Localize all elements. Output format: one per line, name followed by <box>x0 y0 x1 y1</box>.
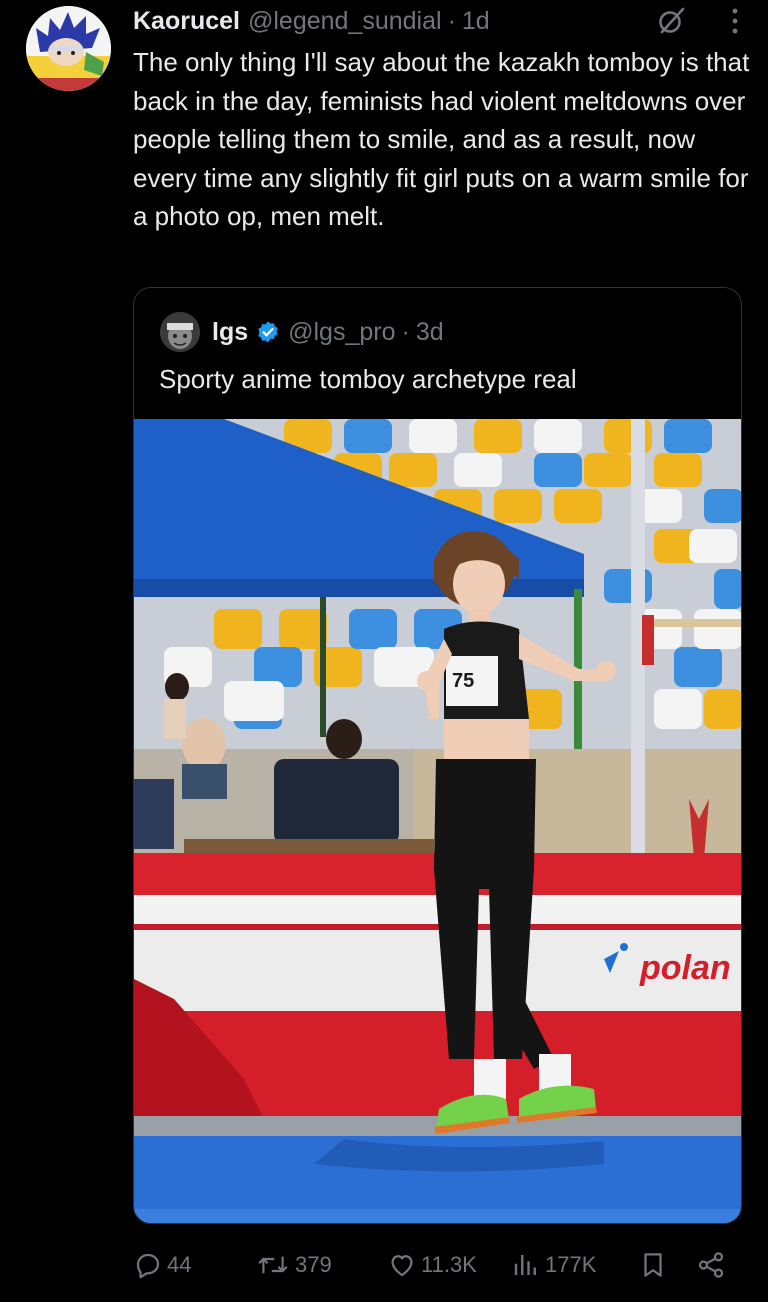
like-button[interactable]: 11.3K <box>387 1245 477 1285</box>
reply-icon <box>136 1253 160 1279</box>
reply-button[interactable]: 44 <box>133 1245 191 1285</box>
share-icon <box>698 1252 724 1278</box>
author-handle[interactable]: @legend_sundial <box>248 7 442 36</box>
repost-count: 379 <box>295 1252 332 1277</box>
bib-number: 75 <box>452 670 474 692</box>
author-avatar[interactable] <box>26 6 111 91</box>
quote-author-name[interactable]: lgs <box>212 318 248 347</box>
share-button[interactable] <box>695 1245 731 1285</box>
grok-icon[interactable] <box>656 6 686 36</box>
quote-text: Sporty anime tomboy archetype real <box>159 364 577 394</box>
tweet-actions: 44 379 11.3K 177K <box>133 1245 733 1285</box>
quote-post-time[interactable]: 3d <box>416 318 444 347</box>
quoted-tweet[interactable]: lgs @lgs_pro · 3d Sporty anime tomboy ar… <box>133 287 742 1224</box>
sponsor-logo-text: polan <box>639 949 731 987</box>
tweet-header: Kaorucel @legend_sundial · 1d <box>133 4 740 38</box>
bookmark-button[interactable] <box>638 1245 672 1285</box>
more-options-icon[interactable] <box>730 7 740 35</box>
analytics-icon <box>514 1255 536 1275</box>
header-icons <box>656 4 740 38</box>
quote-header: lgs @lgs_pro · 3d <box>160 312 444 352</box>
views-button[interactable]: 177K <box>511 1245 596 1285</box>
repost-icon <box>258 1256 288 1274</box>
post-time[interactable]: 1d <box>462 7 490 36</box>
quote-author-handle[interactable]: @lgs_pro <box>288 318 395 347</box>
quote-media-photo[interactable]: polan 75 <box>134 419 741 1223</box>
tweet-text: The only thing I'll say about the kazakh… <box>133 47 750 231</box>
heart-icon <box>391 1255 413 1277</box>
reply-count: 44 <box>167 1252 192 1277</box>
view-count: 177K <box>545 1252 597 1277</box>
verified-badge-icon <box>256 320 280 344</box>
author-name[interactable]: Kaorucel <box>133 7 240 36</box>
repost-button[interactable]: 379 <box>255 1245 332 1285</box>
bookmark-icon <box>644 1253 662 1277</box>
quote-author-avatar[interactable] <box>160 312 200 352</box>
separator-dot: · <box>447 6 456 35</box>
quote-separator-dot: · <box>401 317 410 346</box>
like-count: 11.3K <box>421 1252 477 1277</box>
